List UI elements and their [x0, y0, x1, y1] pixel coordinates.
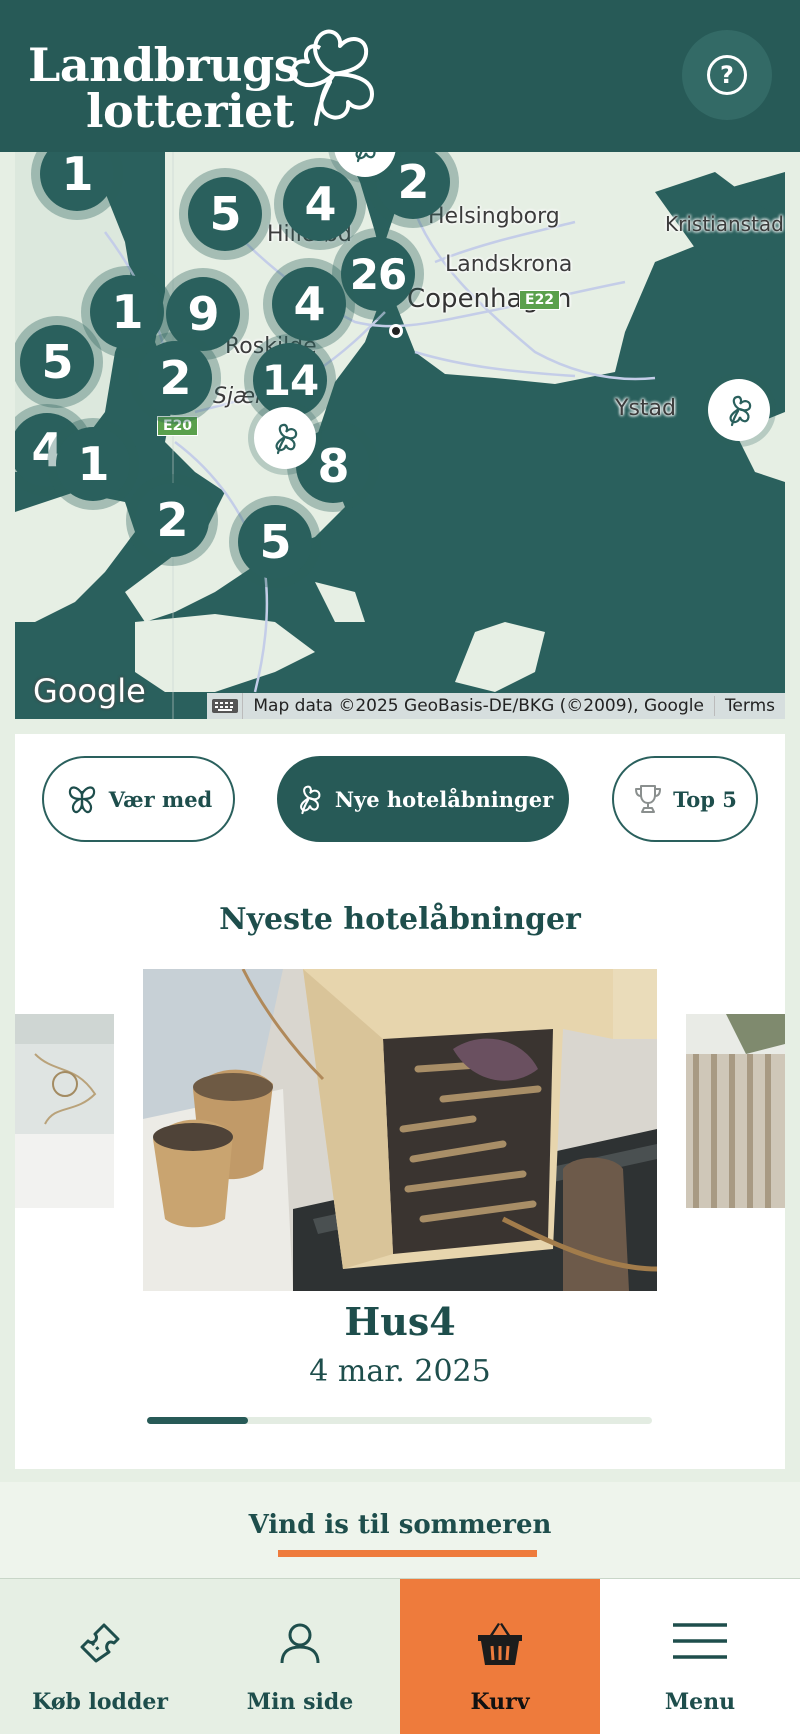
map-cluster-marker[interactable]: 2: [129, 332, 221, 424]
carousel-progress-track: [147, 1417, 652, 1424]
promo-link[interactable]: Vind is til sommeren: [0, 1510, 800, 1540]
logo-text-line2: lotteriet: [86, 84, 294, 138]
question-mark-icon: ?: [707, 55, 747, 95]
map-cluster-marker[interactable]: 2: [126, 474, 218, 566]
ticket-icon: [80, 1623, 120, 1663]
google-logo[interactable]: Google: [33, 672, 146, 710]
promo-section: Vind is til sommeren: [0, 1482, 800, 1578]
hotel-openings-card: Vær med Nye hotelåbninger Top 5 Nyeste h…: [15, 734, 785, 1469]
basket-icon: [478, 1623, 522, 1665]
tab-top-5[interactable]: Top 5: [612, 756, 758, 842]
slide-date: 4 mar. 2025: [309, 1354, 491, 1389]
clover-map-pin[interactable]: [708, 379, 770, 441]
slide-title: Hus4: [344, 1299, 456, 1344]
clover-map-pin[interactable]: [254, 407, 316, 469]
butterfly-icon: [68, 786, 95, 814]
trophy-icon: [635, 785, 662, 813]
clover-logo-icon: [290, 29, 374, 126]
app-header: Landbrugs lotteriet ?: [0, 0, 800, 152]
map-cluster-marker[interactable]: 5: [229, 496, 321, 588]
map-cluster-marker[interactable]: 1: [47, 418, 139, 510]
tab-label: Nye hotelåbninger: [334, 786, 554, 812]
clover-icon: [355, 152, 376, 163]
carousel-next-image[interactable]: [686, 1014, 785, 1208]
city-label-landskrona: Landskrona: [445, 252, 573, 277]
nav-my-page[interactable]: Min side: [200, 1579, 400, 1734]
map-cluster-marker[interactable]: 5: [15, 316, 103, 408]
tab-label: Top 5: [673, 786, 737, 812]
map-data-attribution: Map data ©2025 GeoBasis-DE/BKG (©2009), …: [243, 696, 715, 716]
tab-nye-hotelabninger[interactable]: Nye hotelåbninger: [277, 756, 569, 842]
help-button[interactable]: ?: [682, 30, 772, 120]
road-sign-e22: E22: [519, 290, 561, 310]
carousel-prev-image[interactable]: [15, 1014, 114, 1208]
section-title: Nyeste hotelåbninger: [219, 902, 581, 937]
nav-label: Menu: [664, 1689, 736, 1715]
tab-vaer-med[interactable]: Vær med: [42, 756, 235, 842]
nav-cart[interactable]: Kurv: [400, 1579, 600, 1734]
user-icon: [280, 1623, 320, 1664]
clover-icon: [299, 785, 321, 815]
nav-label: Min side: [246, 1689, 354, 1715]
keyboard-shortcuts-icon[interactable]: [207, 693, 244, 719]
hotel-map[interactable]: Helsingborg Kristianstad Landskrona Hill…: [15, 152, 785, 719]
tab-label: Vær med: [108, 786, 213, 812]
nav-label: Køb lodder: [32, 1689, 168, 1715]
clover-icon: [729, 395, 752, 427]
hamburger-menu-icon: [673, 1623, 727, 1659]
carousel-progress-fill: [147, 1417, 248, 1424]
clover-icon: [275, 423, 298, 455]
bottom-navigation: Køb lodder Min side Kurv Menu: [0, 1578, 800, 1734]
city-label-kristianstad: Kristianstad: [665, 212, 784, 236]
nav-label: Kurv: [470, 1689, 530, 1715]
map-attribution-bar: Map data ©2025 GeoBasis-DE/BKG (©2009), …: [207, 693, 785, 719]
landbrugslotteriet-logo[interactable]: Landbrugs lotteriet: [28, 24, 374, 138]
map-terms-link[interactable]: Terms: [715, 696, 785, 716]
copenhagen-dot: [389, 324, 403, 338]
nav-buy-tickets[interactable]: Køb lodder: [0, 1579, 200, 1734]
nav-menu[interactable]: Menu: [600, 1579, 800, 1734]
city-label-ystad: Ystad: [615, 396, 676, 421]
promo-link-underline: [278, 1550, 537, 1557]
map-cluster-marker[interactable]: 5: [179, 168, 271, 260]
carousel-main-image[interactable]: [143, 969, 657, 1291]
